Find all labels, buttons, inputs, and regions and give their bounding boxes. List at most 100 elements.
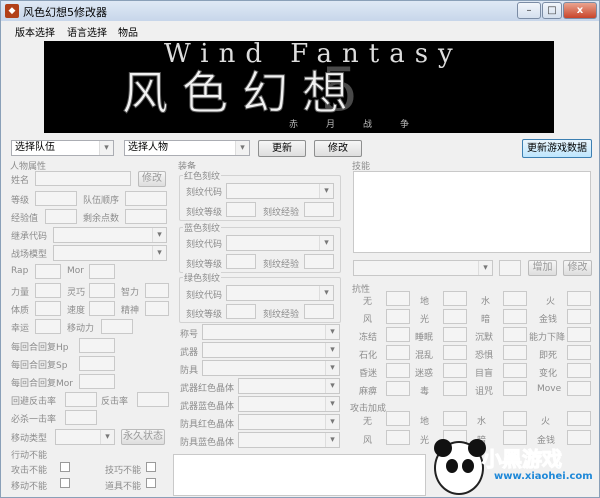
points-field[interactable] <box>125 209 167 224</box>
resist-field[interactable] <box>386 291 410 306</box>
stat-field[interactable] <box>89 301 115 316</box>
rune-exp-label: 刻纹经验 <box>263 310 300 320</box>
skill-disable-checkbox[interactable] <box>146 462 156 472</box>
resist-field[interactable] <box>503 291 527 306</box>
resist-field[interactable] <box>443 363 467 378</box>
move-disable-checkbox[interactable] <box>60 478 70 488</box>
minimize-button[interactable]: – <box>517 2 541 19</box>
resist-field[interactable] <box>567 363 591 378</box>
move-type-select[interactable] <box>55 429 115 445</box>
slot-armor-blue-select[interactable] <box>238 432 340 448</box>
blue-rune-code-select[interactable] <box>226 235 334 251</box>
log-textarea[interactable] <box>173 454 426 496</box>
resist-field[interactable] <box>443 327 467 342</box>
green-rune-level-field[interactable] <box>226 304 256 319</box>
team-select[interactable]: 选择队伍 <box>11 140 114 156</box>
resist-field[interactable] <box>386 309 410 324</box>
green-rune-exp-field[interactable] <box>304 304 334 319</box>
character-select[interactable]: 选择人物 <box>124 140 250 156</box>
exp-field[interactable] <box>45 209 77 224</box>
resist-field[interactable] <box>386 327 410 342</box>
menu-items[interactable]: 物品 <box>118 24 138 39</box>
stat-field[interactable] <box>35 301 61 316</box>
luck-field[interactable] <box>35 319 61 334</box>
counter-field[interactable] <box>137 392 169 407</box>
skill-level-field[interactable] <box>499 260 521 276</box>
item-disable-checkbox[interactable] <box>146 478 156 488</box>
mor-field[interactable] <box>89 264 115 279</box>
inherit-code-select[interactable] <box>53 227 167 243</box>
attack-bonus-field[interactable] <box>503 411 527 426</box>
stat-field[interactable] <box>145 301 169 316</box>
skills-list[interactable] <box>353 171 591 253</box>
attack-bonus-field[interactable] <box>443 411 467 426</box>
app-window: ◆ 风色幻想5修改器 – □ x 版本选择 语言选择 物品 5 Wind Fan… <box>0 0 600 498</box>
resist-field[interactable] <box>503 309 527 324</box>
attack-bonus-field[interactable] <box>386 430 410 445</box>
slot-weapon-blue-label: 武器蓝色晶体 <box>180 402 235 412</box>
slot-weapon-red-select[interactable] <box>238 378 340 394</box>
menu-version[interactable]: 版本选择 <box>15 24 55 39</box>
attack-bonus-field[interactable] <box>567 411 591 426</box>
resist-label: 水 <box>481 297 491 307</box>
mor-regen-field[interactable] <box>79 374 115 389</box>
stat-label: 精神 <box>121 306 140 316</box>
maximize-button[interactable]: □ <box>542 2 562 19</box>
rune-exp-label: 刻纹经验 <box>263 260 300 270</box>
resist-field[interactable] <box>567 345 591 360</box>
level-field[interactable] <box>35 191 77 206</box>
red-rune-level-field[interactable] <box>226 202 256 217</box>
resist-field[interactable] <box>567 291 591 306</box>
hp-regen-field[interactable] <box>79 338 115 353</box>
evade-counter-field[interactable] <box>65 392 97 407</box>
permanent-status-button[interactable]: 永久状态 <box>121 429 165 445</box>
resist-field[interactable] <box>443 381 467 396</box>
skill-select[interactable] <box>353 260 493 276</box>
stat-field[interactable] <box>145 283 169 298</box>
resist-field[interactable] <box>503 381 527 396</box>
stat-field[interactable] <box>35 283 61 298</box>
move-field[interactable] <box>101 319 133 334</box>
resist-field[interactable] <box>567 309 591 324</box>
resist-field[interactable] <box>443 345 467 360</box>
team-order-field[interactable] <box>125 191 167 206</box>
menu-language[interactable]: 语言选择 <box>67 24 107 39</box>
green-rune-code-select[interactable] <box>226 285 334 301</box>
slot-title-select[interactable] <box>202 324 340 340</box>
attack-disable-checkbox[interactable] <box>60 462 70 472</box>
sp-regen-field[interactable] <box>79 356 115 371</box>
resist-field[interactable] <box>503 327 527 342</box>
red-rune-exp-field[interactable] <box>304 202 334 217</box>
skill-add-button[interactable]: 增加 <box>528 260 557 276</box>
red-rune-code-select[interactable] <box>226 183 334 199</box>
skill-modify-button[interactable]: 修改 <box>563 260 592 276</box>
resist-field[interactable] <box>567 381 591 396</box>
blue-rune-level-field[interactable] <box>226 254 256 269</box>
name-modify-button[interactable]: 修改 <box>138 171 166 187</box>
slot-weapon-select[interactable] <box>202 342 340 358</box>
resist-field[interactable] <box>567 327 591 342</box>
rap-field[interactable] <box>35 264 61 279</box>
crit-field[interactable] <box>65 410 97 425</box>
update-game-data-button[interactable]: 更新游戏数据 <box>522 139 592 158</box>
battle-model-select[interactable] <box>53 245 167 261</box>
close-button[interactable]: x <box>563 2 597 19</box>
resist-field[interactable] <box>386 345 410 360</box>
slot-weapon-blue-select[interactable] <box>238 396 340 412</box>
resist-field[interactable] <box>386 363 410 378</box>
resist-field[interactable] <box>503 363 527 378</box>
stat-field[interactable] <box>89 283 115 298</box>
slot-armor-select[interactable] <box>202 360 340 376</box>
resist-field[interactable] <box>503 345 527 360</box>
slot-armor-red-select[interactable] <box>238 414 340 430</box>
refresh-button[interactable]: 更新 <box>258 140 306 157</box>
blue-rune-title: 蓝色刻纹 <box>183 221 222 234</box>
resist-field[interactable] <box>443 309 467 324</box>
resist-field[interactable] <box>386 381 410 396</box>
rune-code-label: 刻纹代码 <box>186 240 223 250</box>
resist-field[interactable] <box>443 291 467 306</box>
blue-rune-exp-field[interactable] <box>304 254 334 269</box>
modify-button[interactable]: 修改 <box>314 140 362 157</box>
attack-bonus-field[interactable] <box>386 411 410 426</box>
name-field[interactable] <box>35 171 131 186</box>
